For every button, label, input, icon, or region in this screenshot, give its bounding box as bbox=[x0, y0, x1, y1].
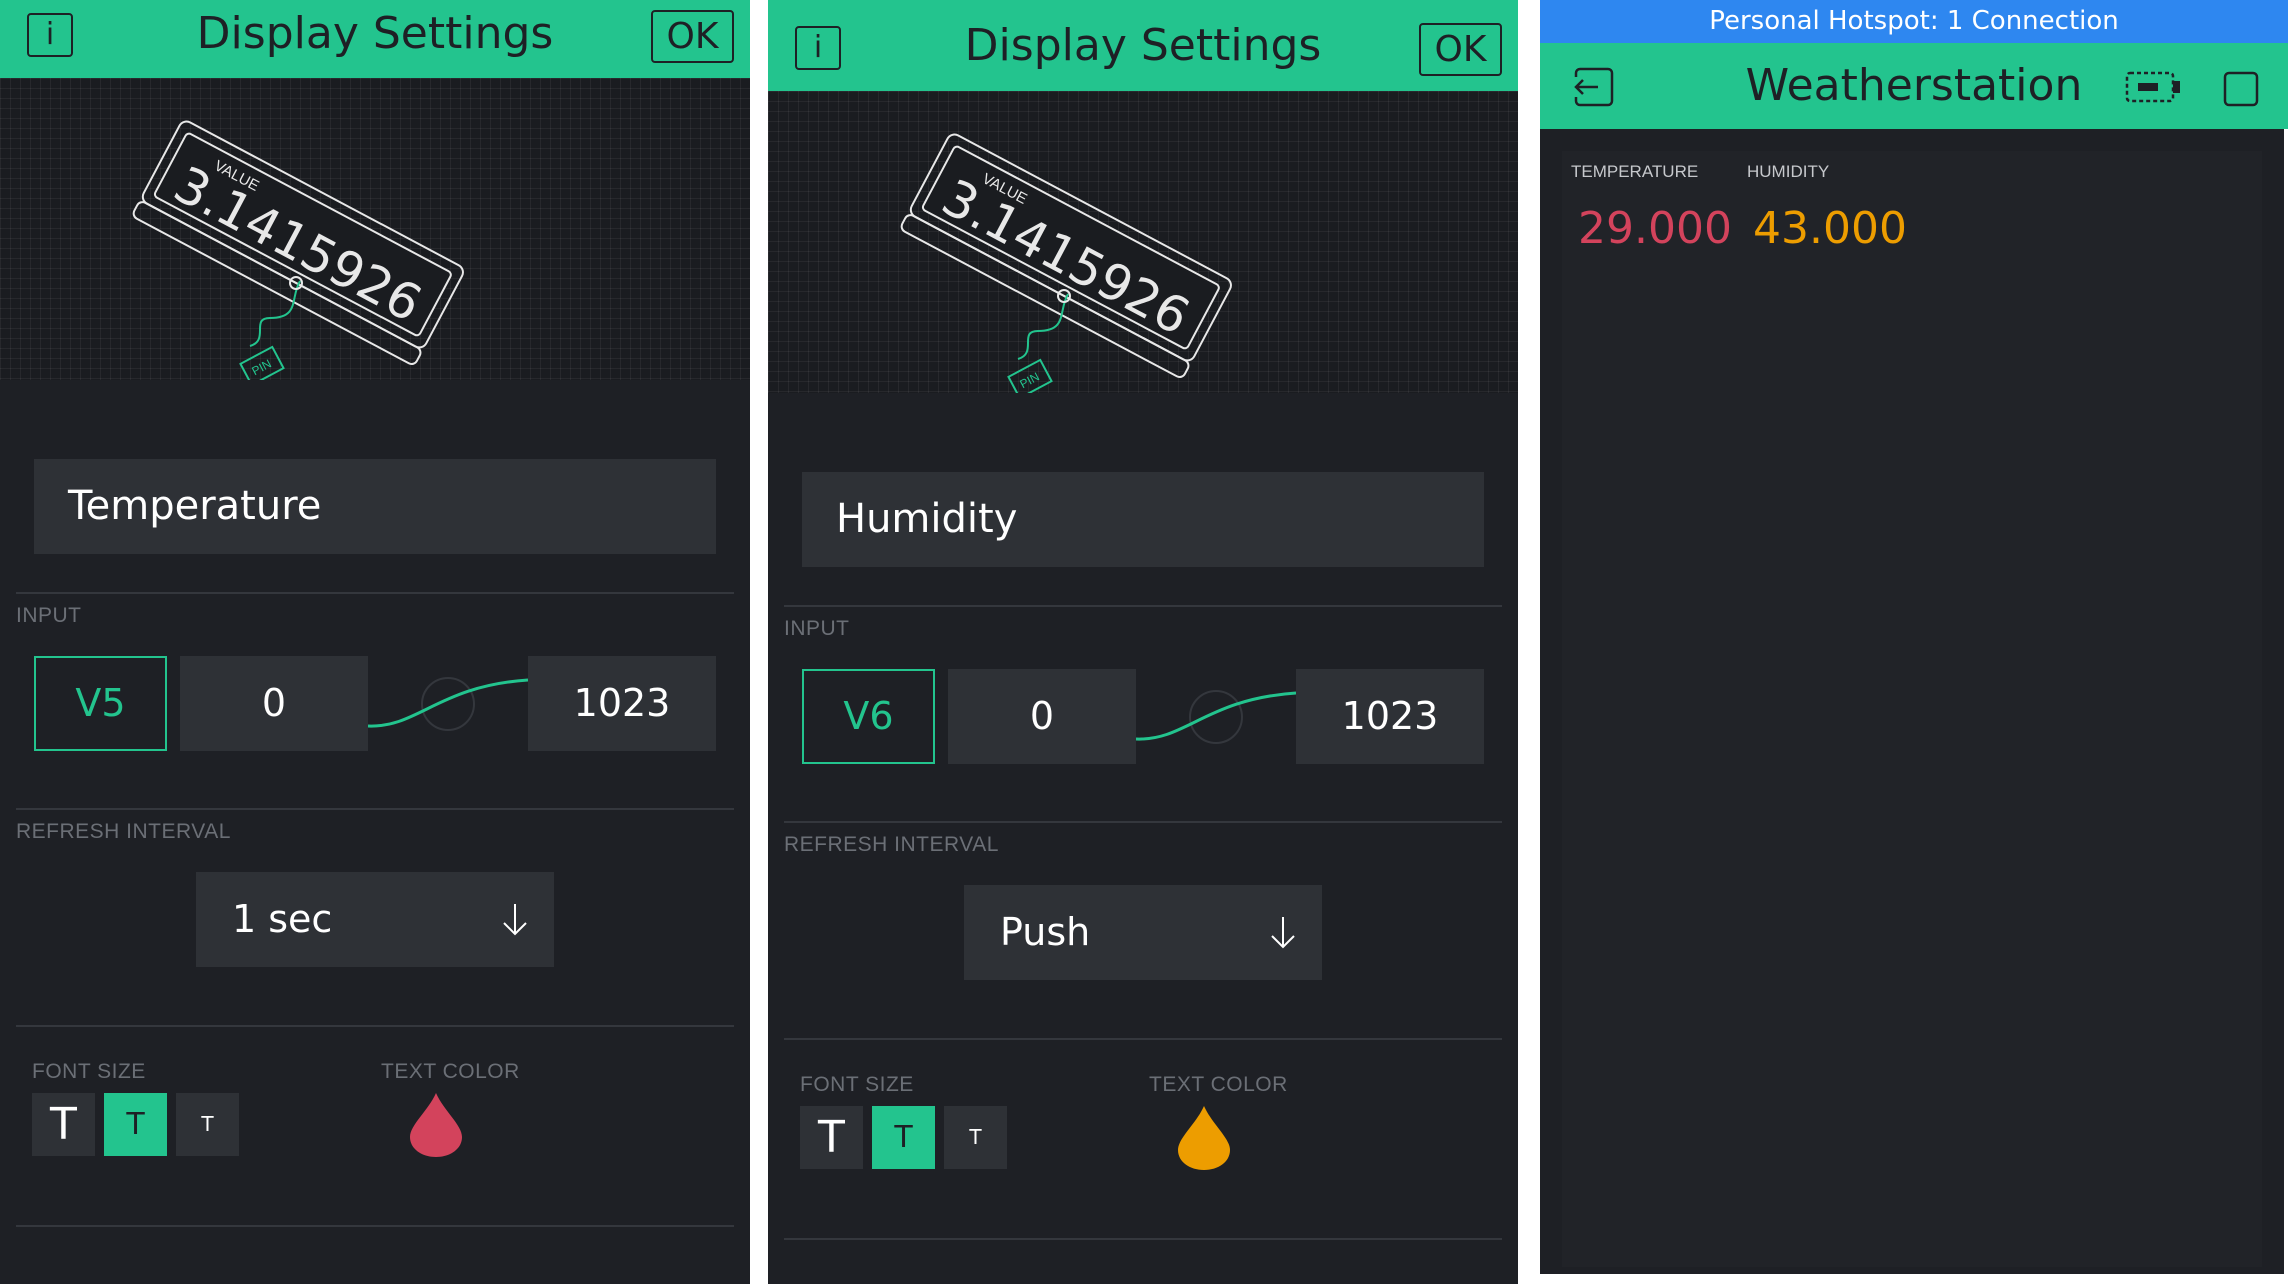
refresh-interval-value: 1 sec bbox=[232, 897, 333, 941]
divider bbox=[784, 1238, 1502, 1240]
text-color-swatch-icon[interactable] bbox=[1176, 1104, 1232, 1172]
divider bbox=[784, 821, 1502, 823]
text-color-label: TEXT COLOR bbox=[381, 1060, 520, 1083]
arrow-down-icon bbox=[1271, 917, 1295, 949]
widget-preview: VALUE 3.1415926 PIN bbox=[0, 78, 750, 387]
ok-button[interactable]: OK bbox=[651, 10, 734, 63]
refresh-interval-dropdown[interactable]: 1 sec bbox=[196, 872, 554, 967]
text-color-label: TEXT COLOR bbox=[1149, 1073, 1288, 1096]
font-size-large-button[interactable]: T bbox=[32, 1093, 95, 1156]
refresh-interval-value: Push bbox=[1000, 910, 1091, 954]
divider bbox=[16, 592, 734, 594]
min-value-input[interactable]: 0 bbox=[948, 669, 1136, 764]
temperature-widget-label: TEMPERATURE bbox=[1571, 162, 1699, 181]
header-bar: i Display Settings OK bbox=[768, 0, 1518, 91]
humidity-widget-label: HUMIDITY bbox=[1747, 162, 1830, 181]
font-size-small-button[interactable]: T bbox=[944, 1106, 1007, 1169]
humidity-widget-value[interactable]: 43.000 bbox=[1753, 203, 1907, 254]
font-size-label: FONT SIZE bbox=[800, 1073, 914, 1096]
display-settings-panel-temperature: i Display Settings OK VALUE 3.1415926 PI… bbox=[0, 0, 750, 1284]
header-bar: i Display Settings OK bbox=[0, 0, 750, 78]
display-settings-panel-humidity: i Display Settings OK VALUE 3.1415926 PI… bbox=[768, 0, 1518, 1284]
font-size-medium-button[interactable]: T bbox=[104, 1093, 167, 1156]
text-color-swatch-icon[interactable] bbox=[408, 1091, 464, 1159]
refresh-interval-label: REFRESH INTERVAL bbox=[16, 820, 231, 843]
widget-name-field[interactable]: Temperature bbox=[34, 459, 716, 554]
refresh-interval-dropdown[interactable]: Push bbox=[964, 885, 1322, 980]
refresh-interval-label: REFRESH INTERVAL bbox=[784, 833, 999, 856]
ok-button[interactable]: OK bbox=[1419, 23, 1502, 76]
divider bbox=[784, 605, 1502, 607]
max-value-input[interactable]: 1023 bbox=[1296, 669, 1484, 764]
page-title: Display Settings bbox=[964, 20, 1322, 71]
hotspot-status-bar[interactable]: Personal Hotspot: 1 Connection bbox=[1540, 0, 2288, 43]
divider bbox=[784, 1038, 1502, 1040]
pin-selector[interactable]: V5 bbox=[34, 656, 167, 751]
dashboard-canvas bbox=[1540, 129, 2284, 1274]
stop-icon[interactable] bbox=[2222, 70, 2260, 108]
widget-preview: VALUE 3.1415926 PIN bbox=[768, 91, 1518, 400]
mapping-curve-icon bbox=[368, 677, 528, 731]
font-size-small-button[interactable]: T bbox=[176, 1093, 239, 1156]
dashboard-header: Weatherstation bbox=[1540, 43, 2288, 129]
widget-name-field[interactable]: Humidity bbox=[802, 472, 1484, 567]
input-section-label: INPUT bbox=[784, 617, 850, 640]
temperature-widget-value[interactable]: 29.000 bbox=[1578, 203, 1732, 254]
divider bbox=[16, 808, 734, 810]
value-display-illustration: VALUE 3.1415926 PIN bbox=[900, 133, 1232, 400]
min-value-input[interactable]: 0 bbox=[180, 656, 368, 751]
font-size-label: FONT SIZE bbox=[32, 1060, 146, 1083]
font-size-medium-button[interactable]: T bbox=[872, 1106, 935, 1169]
divider bbox=[16, 1225, 734, 1227]
arrow-down-icon bbox=[503, 904, 527, 936]
device-status-icon[interactable] bbox=[2124, 67, 2182, 107]
font-size-large-button[interactable]: T bbox=[800, 1106, 863, 1169]
divider bbox=[16, 1025, 734, 1027]
page-title: Display Settings bbox=[196, 8, 554, 59]
dashboard-panel: Personal Hotspot: 1 Connection Weatherst… bbox=[1540, 0, 2288, 1284]
input-section-label: INPUT bbox=[16, 604, 82, 627]
mapping-curve-icon bbox=[1136, 690, 1296, 744]
pin-selector[interactable]: V6 bbox=[802, 669, 935, 764]
max-value-input[interactable]: 1023 bbox=[528, 656, 716, 751]
dashboard-grid bbox=[1562, 151, 2262, 1267]
value-display-illustration: VALUE 3.1415926 PIN bbox=[132, 120, 464, 387]
